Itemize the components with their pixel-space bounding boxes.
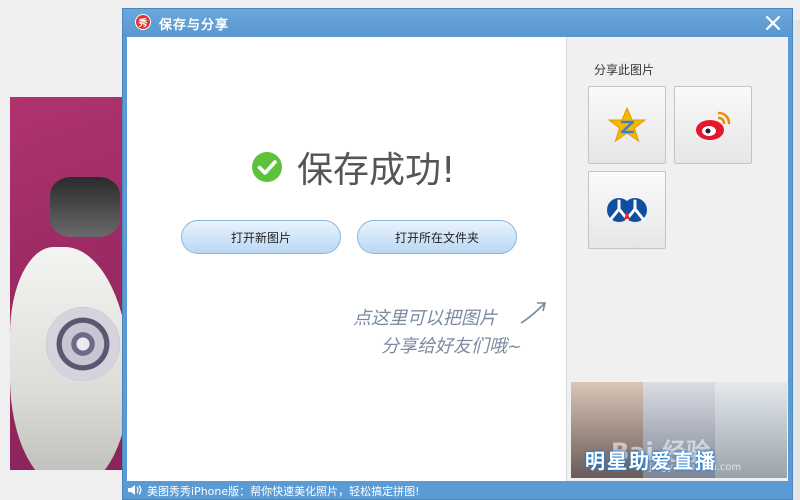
main-pane: 保存成功! 打开新图片 打开所在文件夹 点这里可以把图片 分享给好友们哦~ <box>127 37 566 481</box>
hint-arrow-icon <box>520 302 547 324</box>
photo-wheel <box>46 307 120 381</box>
close-icon <box>766 16 780 30</box>
save-success-message: 保存成功! <box>251 141 455 193</box>
dialog-content: 保存成功! 打开新图片 打开所在文件夹 点这里可以把图片 分享给好友们哦~ 分享… <box>127 37 788 481</box>
share-renren-button[interactable] <box>588 171 666 249</box>
check-circle-icon <box>252 152 282 182</box>
photo-detail <box>50 177 120 237</box>
renren-icon <box>607 198 647 222</box>
share-weibo-button[interactable] <box>674 86 752 164</box>
share-hint-line2: 分享给好友们哦~ <box>381 336 523 357</box>
open-folder-button[interactable]: 打开所在文件夹 <box>357 220 517 254</box>
speaker-icon <box>128 485 142 495</box>
weibo-icon <box>696 111 731 140</box>
status-promo-link[interactable]: 美图秀秀iPhone版：帮你快速美化照片，轻松搞定拼图! <box>147 483 420 499</box>
success-text: 保存成功! <box>297 150 456 191</box>
background-photo <box>10 97 126 470</box>
close-button[interactable] <box>762 12 784 34</box>
save-share-dialog: 秀 保存与分享 保存成功! 打开新图片 打开所在文件夹 点这里可以把图片 分享给… <box>122 8 793 500</box>
ad-banner[interactable]: Bai 经验 jingyan.baidu.com 明星助爱直播 <box>571 382 787 478</box>
share-qzone-button[interactable] <box>588 86 666 164</box>
share-label: 分享此图片 <box>594 63 655 77</box>
open-new-image-button[interactable]: 打开新图片 <box>181 220 341 254</box>
status-bar: 美图秀秀iPhone版：帮你快速美化照片，轻松搞定拼图! <box>123 481 792 499</box>
app-logo-glyph: 秀 <box>136 15 150 29</box>
share-pane: 分享此图片 Bai 经验 jingyan.baidu.com 明星助爱直播 <box>566 37 788 481</box>
dialog-titlebar[interactable]: 秀 保存与分享 <box>123 9 792 37</box>
qzone-icon <box>607 106 647 143</box>
ad-text: 明星助爱直播 <box>585 449 717 473</box>
dialog-title: 保存与分享 <box>159 18 230 33</box>
app-logo: 秀 <box>135 14 151 30</box>
